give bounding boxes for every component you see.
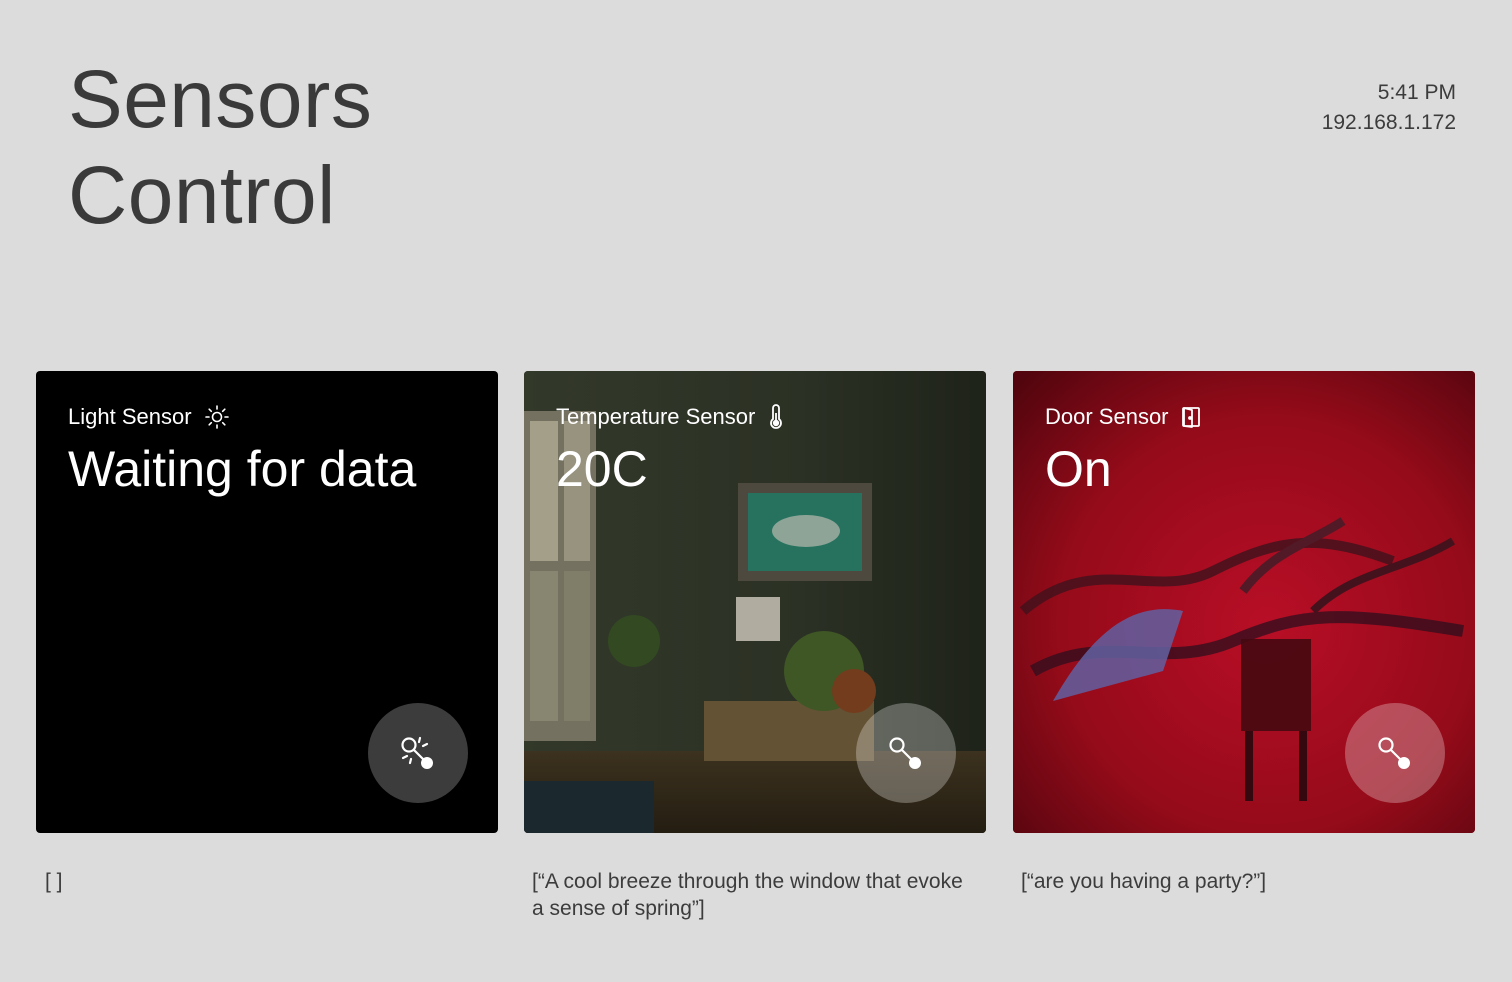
temperature-sensor-value: 20C <box>556 441 648 497</box>
door-sensor-header: Door Sensor <box>1045 403 1201 431</box>
ip-address: 192.168.1.172 <box>1321 111 1456 134</box>
page-title-line-2: Control <box>68 150 336 241</box>
clock: 5:41 PM <box>1377 81 1456 104</box>
temperature-sensor-header: Temperature Sensor <box>556 403 785 431</box>
door-sensor-label: Door Sensor <box>1045 404 1169 429</box>
status-info: 5:41 PM 192.168.1.172 <box>1322 78 1456 138</box>
wand-icon <box>882 729 930 777</box>
light-sensor-value: Waiting for data <box>68 441 417 497</box>
door-sensor-value: On <box>1045 441 1112 497</box>
door-generate-button[interactable] <box>1345 703 1445 803</box>
temperature-sensor-card: Temperature Sensor 20C <box>524 371 986 833</box>
temperature-sensor-caption: [“A cool breeze through the window that … <box>532 870 963 920</box>
page-title: Sensors Control <box>68 52 372 244</box>
light-sensor-header: Light Sensor <box>68 403 230 431</box>
door-sensor-caption: [“are you having a party?”] <box>1021 870 1267 893</box>
light-sensor-card: Light Sensor Waiting for data <box>36 371 498 833</box>
light-sensor-caption: [ ] <box>45 870 63 893</box>
magic-wand-icon <box>394 729 442 777</box>
temperature-generate-button[interactable] <box>856 703 956 803</box>
door-sensor-card: Door Sensor On <box>1013 371 1475 833</box>
thermometer-icon <box>767 404 785 430</box>
temperature-sensor-label: Temperature Sensor <box>556 404 756 429</box>
light-sensor-label: Light Sensor <box>68 404 192 429</box>
door-icon <box>1181 405 1201 429</box>
light-generate-button[interactable] <box>368 703 468 803</box>
sun-icon <box>204 404 230 430</box>
wand-icon <box>1371 729 1419 777</box>
page-title-line-1: Sensors <box>68 54 373 145</box>
